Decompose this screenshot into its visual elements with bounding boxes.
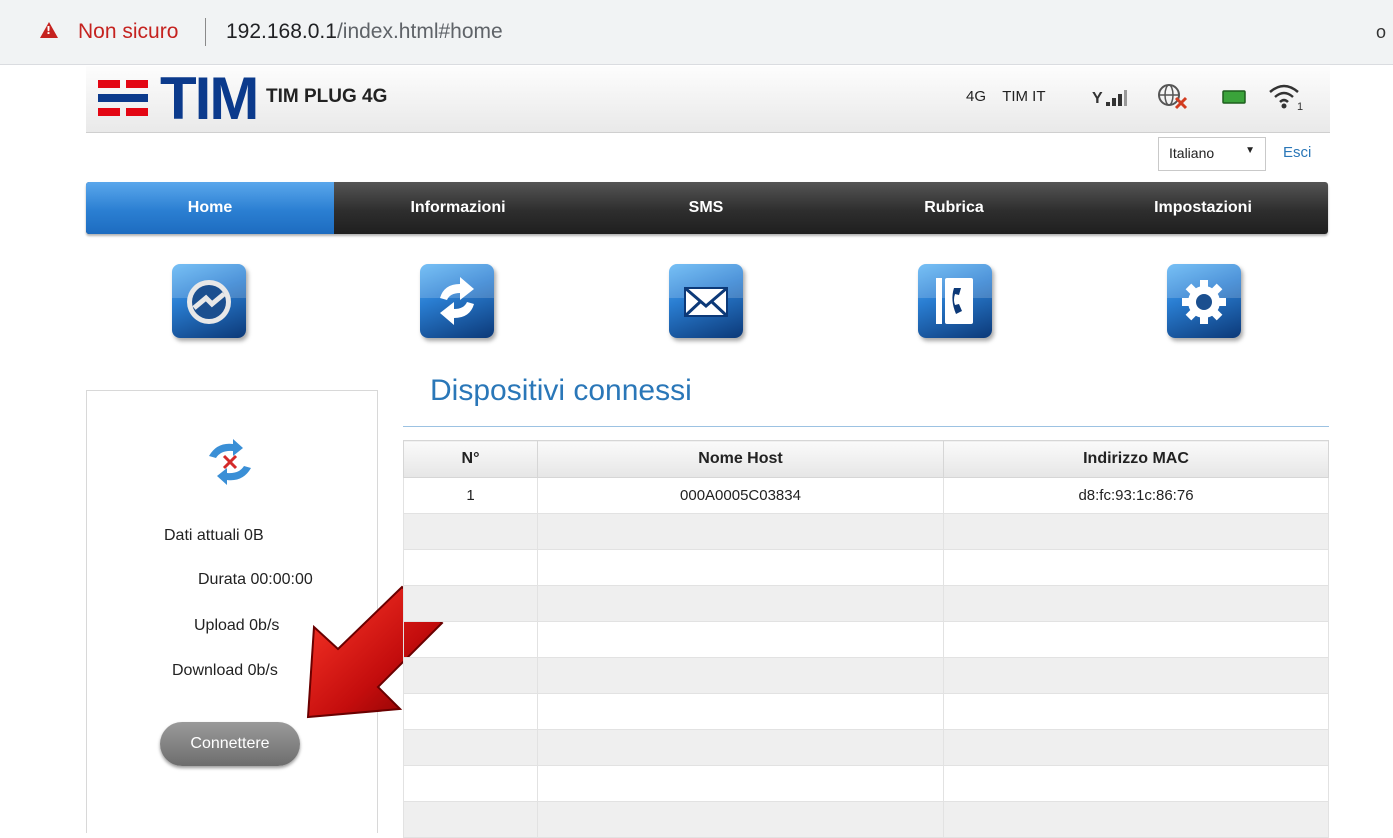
download-label: Download 0b/s: [172, 662, 278, 679]
warning-icon: [40, 22, 58, 38]
devices-table: N° Nome Host Indirizzo MAC 1 000A0005C03…: [403, 440, 1329, 838]
settings-shortcut[interactable]: [1167, 264, 1241, 338]
key-icon[interactable]: o: [1376, 22, 1386, 43]
page-title: Dispositivi connessi: [430, 374, 692, 407]
connection-shortcut[interactable]: [172, 264, 246, 338]
sms-shortcut[interactable]: [669, 264, 743, 338]
table-row: 1 000A0005C03834 d8:fc:93:1c:86:76: [403, 477, 1329, 514]
router-header: TIM TIM PLUG 4G 4G TIM IT Y 1: [86, 66, 1330, 133]
table-row: [403, 765, 1329, 802]
svg-text:Y: Y: [1092, 90, 1103, 107]
sim-card-icon: [1222, 90, 1246, 104]
divider: [205, 18, 206, 46]
table-row: [403, 513, 1329, 550]
divider: [403, 426, 1329, 427]
phonebook-shortcut[interactable]: [918, 264, 992, 338]
nav-informazioni[interactable]: Informazioni: [334, 182, 582, 234]
table-row: [403, 729, 1329, 766]
column-header-host: Nome Host: [537, 440, 944, 478]
duration-label: Durata 00:00:00: [198, 571, 313, 588]
table-row: [403, 693, 1329, 730]
signal-strength-icon: Y: [1092, 90, 1127, 107]
cell-mac: d8:fc:93:1c:86:76: [943, 477, 1329, 514]
nav-sms[interactable]: SMS: [582, 182, 830, 234]
table-row: [403, 621, 1329, 658]
dropdown-arrow-icon: ▼: [1245, 145, 1255, 156]
column-header-mac: Indirizzo MAC: [943, 440, 1329, 478]
internet-disconnected-icon: [1158, 84, 1188, 110]
operator-name: TIM IT: [1002, 88, 1046, 105]
nav-home[interactable]: Home: [86, 182, 334, 234]
connect-button[interactable]: Connettere: [160, 722, 300, 766]
device-model: TIM PLUG 4G: [266, 86, 388, 107]
url-path: /index.html#home: [336, 20, 503, 43]
connection-icon: [187, 280, 231, 324]
table-row: [403, 549, 1329, 586]
table-row: [403, 585, 1329, 622]
table-row: [403, 657, 1329, 694]
cell-number: 1: [403, 477, 538, 514]
language-selected: Italiano: [1169, 145, 1215, 161]
gear-icon: [1182, 280, 1226, 324]
language-select[interactable]: Italiano ▼: [1158, 137, 1266, 171]
security-label[interactable]: Non sicuro: [78, 20, 178, 44]
column-header-number: N°: [403, 440, 538, 478]
url-host: 192.168.0.1: [226, 20, 337, 43]
logout-link[interactable]: Esci: [1283, 144, 1311, 161]
phone-book-icon: [936, 278, 973, 324]
wifi-icon: 1: [1269, 84, 1303, 112]
upload-label: Upload 0b/s: [194, 617, 280, 634]
refresh-icon: [440, 277, 474, 325]
url-text[interactable]: 192.168.0.1/index.html#home: [226, 20, 503, 44]
nav-impostazioni[interactable]: Impostazioni: [1078, 182, 1328, 234]
current-data-label: Dati attuali 0B: [164, 527, 264, 544]
tim-logo: TIM: [86, 65, 259, 132]
svg-text:1: 1: [1297, 101, 1303, 112]
disconnected-sync-icon: [209, 439, 251, 485]
status-bar: 4G TIM IT: [966, 88, 1046, 105]
brand-wordmark: TIM: [160, 65, 259, 132]
envelope-icon: [683, 286, 729, 318]
cell-host: 000A0005C03834: [537, 477, 944, 514]
table-row: [403, 801, 1329, 838]
nav-rubrica[interactable]: Rubrica: [830, 182, 1078, 234]
main-nav: Home Informazioni SMS Rubrica Impostazio…: [86, 182, 1328, 234]
network-type: 4G: [966, 88, 987, 105]
browser-address-bar[interactable]: Non sicuro 192.168.0.1/index.html#home o: [0, 0, 1393, 65]
refresh-shortcut[interactable]: [420, 264, 494, 338]
